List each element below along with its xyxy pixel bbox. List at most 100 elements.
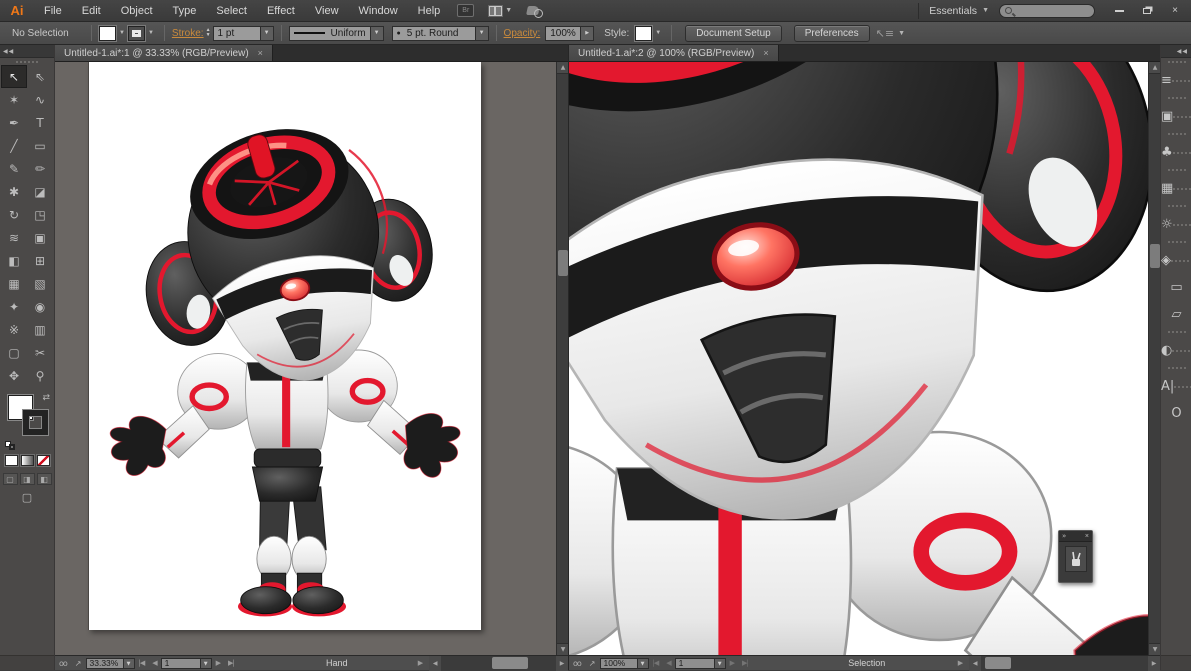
zoom-tool[interactable]: ⚲	[27, 364, 53, 387]
stroke-color-indicator[interactable]	[23, 410, 48, 435]
eraser-tool[interactable]: ◪	[27, 180, 53, 203]
stroke-link[interactable]: Stroke:	[172, 28, 204, 39]
export-icon[interactable]: ↗	[589, 659, 596, 668]
blob-brush-tool[interactable]: ✱	[1, 180, 27, 203]
canvas-viewport-1[interactable]: ▲ ▼	[55, 62, 568, 655]
artboards-panel[interactable]: ▭	[1161, 274, 1191, 301]
first-artboard-icon[interactable]: |◀	[653, 659, 660, 667]
opacity-field[interactable]: 100%	[545, 25, 582, 41]
width-tool[interactable]: ≋	[1, 226, 27, 249]
stroke-caret-icon[interactable]: ▼	[145, 30, 157, 36]
layers-panel[interactable]: ◈	[1161, 247, 1191, 274]
default-fill-stroke-icon[interactable]	[5, 441, 15, 450]
stroke-swatch[interactable]	[126, 24, 146, 42]
hand-tool[interactable]: ✥	[1, 364, 27, 387]
shape-builder-tool[interactable]: ◧	[1, 249, 27, 272]
prev-artboard-icon[interactable]: ◀	[666, 659, 671, 667]
screen-mode-button[interactable]: ▢	[22, 491, 32, 504]
status-menu-icon[interactable]: ▶	[958, 659, 963, 667]
style-caret-icon[interactable]: ▼	[652, 30, 664, 36]
workspace-switcher[interactable]: Essentials ▼	[918, 2, 999, 19]
pencil-tool[interactable]: ✏	[27, 157, 53, 180]
asset-export-panel[interactable]: ▱	[1161, 301, 1191, 328]
artboard-dropdown[interactable]: ▼	[714, 657, 726, 669]
bridge-icon[interactable]: Br	[457, 4, 475, 17]
menu-help[interactable]: Help	[408, 0, 451, 22]
arrange-documents-icon[interactable]: ▼	[488, 4, 512, 17]
menu-object[interactable]: Object	[111, 0, 163, 22]
perspective-grid-tool[interactable]: ⊞	[27, 249, 53, 272]
stroke-weight-field[interactable]: 1 pt	[212, 25, 261, 41]
stroke-weight-stepper[interactable]: ▲ ▼	[206, 28, 211, 38]
canvas-viewport-2[interactable]: » × ▲ ▼	[569, 62, 1160, 655]
tools-collapse-button[interactable]: ◀◀	[0, 45, 54, 58]
color-guide-panel[interactable]: ☼	[1161, 211, 1191, 238]
menu-view[interactable]: View	[305, 0, 349, 22]
next-artboard-icon[interactable]: ▶	[216, 659, 221, 667]
swatches-panel[interactable]: ▦	[1161, 175, 1191, 202]
eyedropper-tool[interactable]: ✦	[1, 295, 27, 318]
character-panel[interactable]: A|	[1161, 373, 1191, 400]
expand-panel-icon[interactable]: »	[1062, 532, 1066, 540]
pen-tool[interactable]: ✒	[1, 111, 27, 134]
variable-width-dropdown[interactable]: ▼	[370, 25, 384, 41]
spin-down-icon[interactable]: ▼	[206, 33, 211, 38]
first-artboard-icon[interactable]: |◀	[139, 659, 146, 667]
scroll-thumb[interactable]	[491, 656, 528, 669]
search-box[interactable]	[999, 3, 1095, 18]
scroll-up-icon[interactable]: ▲	[557, 62, 568, 74]
close-icon[interactable]: ×	[258, 48, 263, 58]
brush-definition-dropdown[interactable]: ▼	[475, 25, 489, 41]
menu-effect[interactable]: Effect	[257, 0, 305, 22]
fill-swatch[interactable]	[98, 24, 117, 42]
document-tab-2[interactable]: Untitled-1.ai*:2 @ 100% (RGB/Preview) ×	[569, 45, 779, 61]
gradient-tool[interactable]: ▧	[27, 272, 53, 295]
restore-button[interactable]	[1135, 3, 1159, 18]
scroll-down-icon[interactable]: ▼	[557, 643, 568, 655]
zoom-dropdown[interactable]: ▼	[637, 657, 649, 669]
line-segment-tool[interactable]: ╱	[1, 134, 27, 157]
minimize-button[interactable]	[1107, 3, 1131, 18]
scroll-thumb[interactable]	[985, 656, 1012, 669]
variable-width-field[interactable]: Uniform	[288, 25, 371, 41]
direct-selection-tool[interactable]: ⇖	[27, 65, 53, 88]
mesh-tool[interactable]: ▦	[1, 272, 27, 295]
rotate-tool[interactable]: ↻	[1, 203, 27, 226]
scroll-up-icon[interactable]: ▲	[1149, 62, 1160, 74]
gradient-panel[interactable]: ◐	[1161, 337, 1191, 364]
artboard-dropdown[interactable]: ▼	[200, 657, 212, 669]
preferences-button[interactable]: Preferences	[793, 24, 870, 42]
next-artboard-icon[interactable]: ▶	[730, 659, 735, 667]
prev-artboard-icon[interactable]: ◀	[152, 659, 157, 667]
zoom-level-field[interactable]: 33.33%	[85, 657, 124, 669]
tools-grip-handle[interactable]	[0, 58, 54, 65]
column-graph-tool[interactable]: ▥	[27, 318, 53, 341]
opacity-spinner[interactable]: ▶	[581, 25, 595, 41]
horizontal-scrollbar-2[interactable]: ◀ ▶	[969, 655, 1160, 671]
scroll-left-icon[interactable]: ◀	[429, 655, 442, 671]
free-transform-tool[interactable]: ▣	[27, 226, 53, 249]
scroll-thumb[interactable]	[558, 250, 568, 276]
opacity-link[interactable]: Opacity:	[504, 28, 541, 39]
brushes-panel-icon[interactable]	[1064, 546, 1087, 572]
close-icon[interactable]: ×	[763, 48, 768, 58]
zoom-dropdown[interactable]: ▼	[123, 657, 135, 669]
cs-live-icon[interactable]	[526, 4, 544, 18]
color-panel[interactable]: ≡	[1161, 67, 1191, 94]
close-button[interactable]: ×	[1163, 3, 1187, 18]
selection-tool[interactable]: ↖	[1, 65, 27, 88]
vertical-scrollbar-2[interactable]: ▲ ▼	[1148, 62, 1160, 655]
scroll-down-icon[interactable]: ▼	[1149, 643, 1160, 655]
slice-tool[interactable]: ✂	[27, 341, 53, 364]
zoom-level-field[interactable]: 100%	[599, 657, 638, 669]
color-mode-button[interactable]	[4, 455, 18, 466]
symbol-sprayer-tool[interactable]: ※	[1, 318, 27, 341]
menu-file[interactable]: File	[34, 0, 72, 22]
fill-caret-icon[interactable]: ▼	[116, 30, 128, 36]
menu-select[interactable]: Select	[206, 0, 257, 22]
menu-type[interactable]: Type	[163, 0, 207, 22]
symbols-panel[interactable]: ♣	[1161, 139, 1191, 166]
export-icon[interactable]: ↗	[75, 659, 82, 668]
draw-inside-mode[interactable]: ◧	[36, 473, 52, 485]
none-mode-button[interactable]	[36, 455, 50, 466]
